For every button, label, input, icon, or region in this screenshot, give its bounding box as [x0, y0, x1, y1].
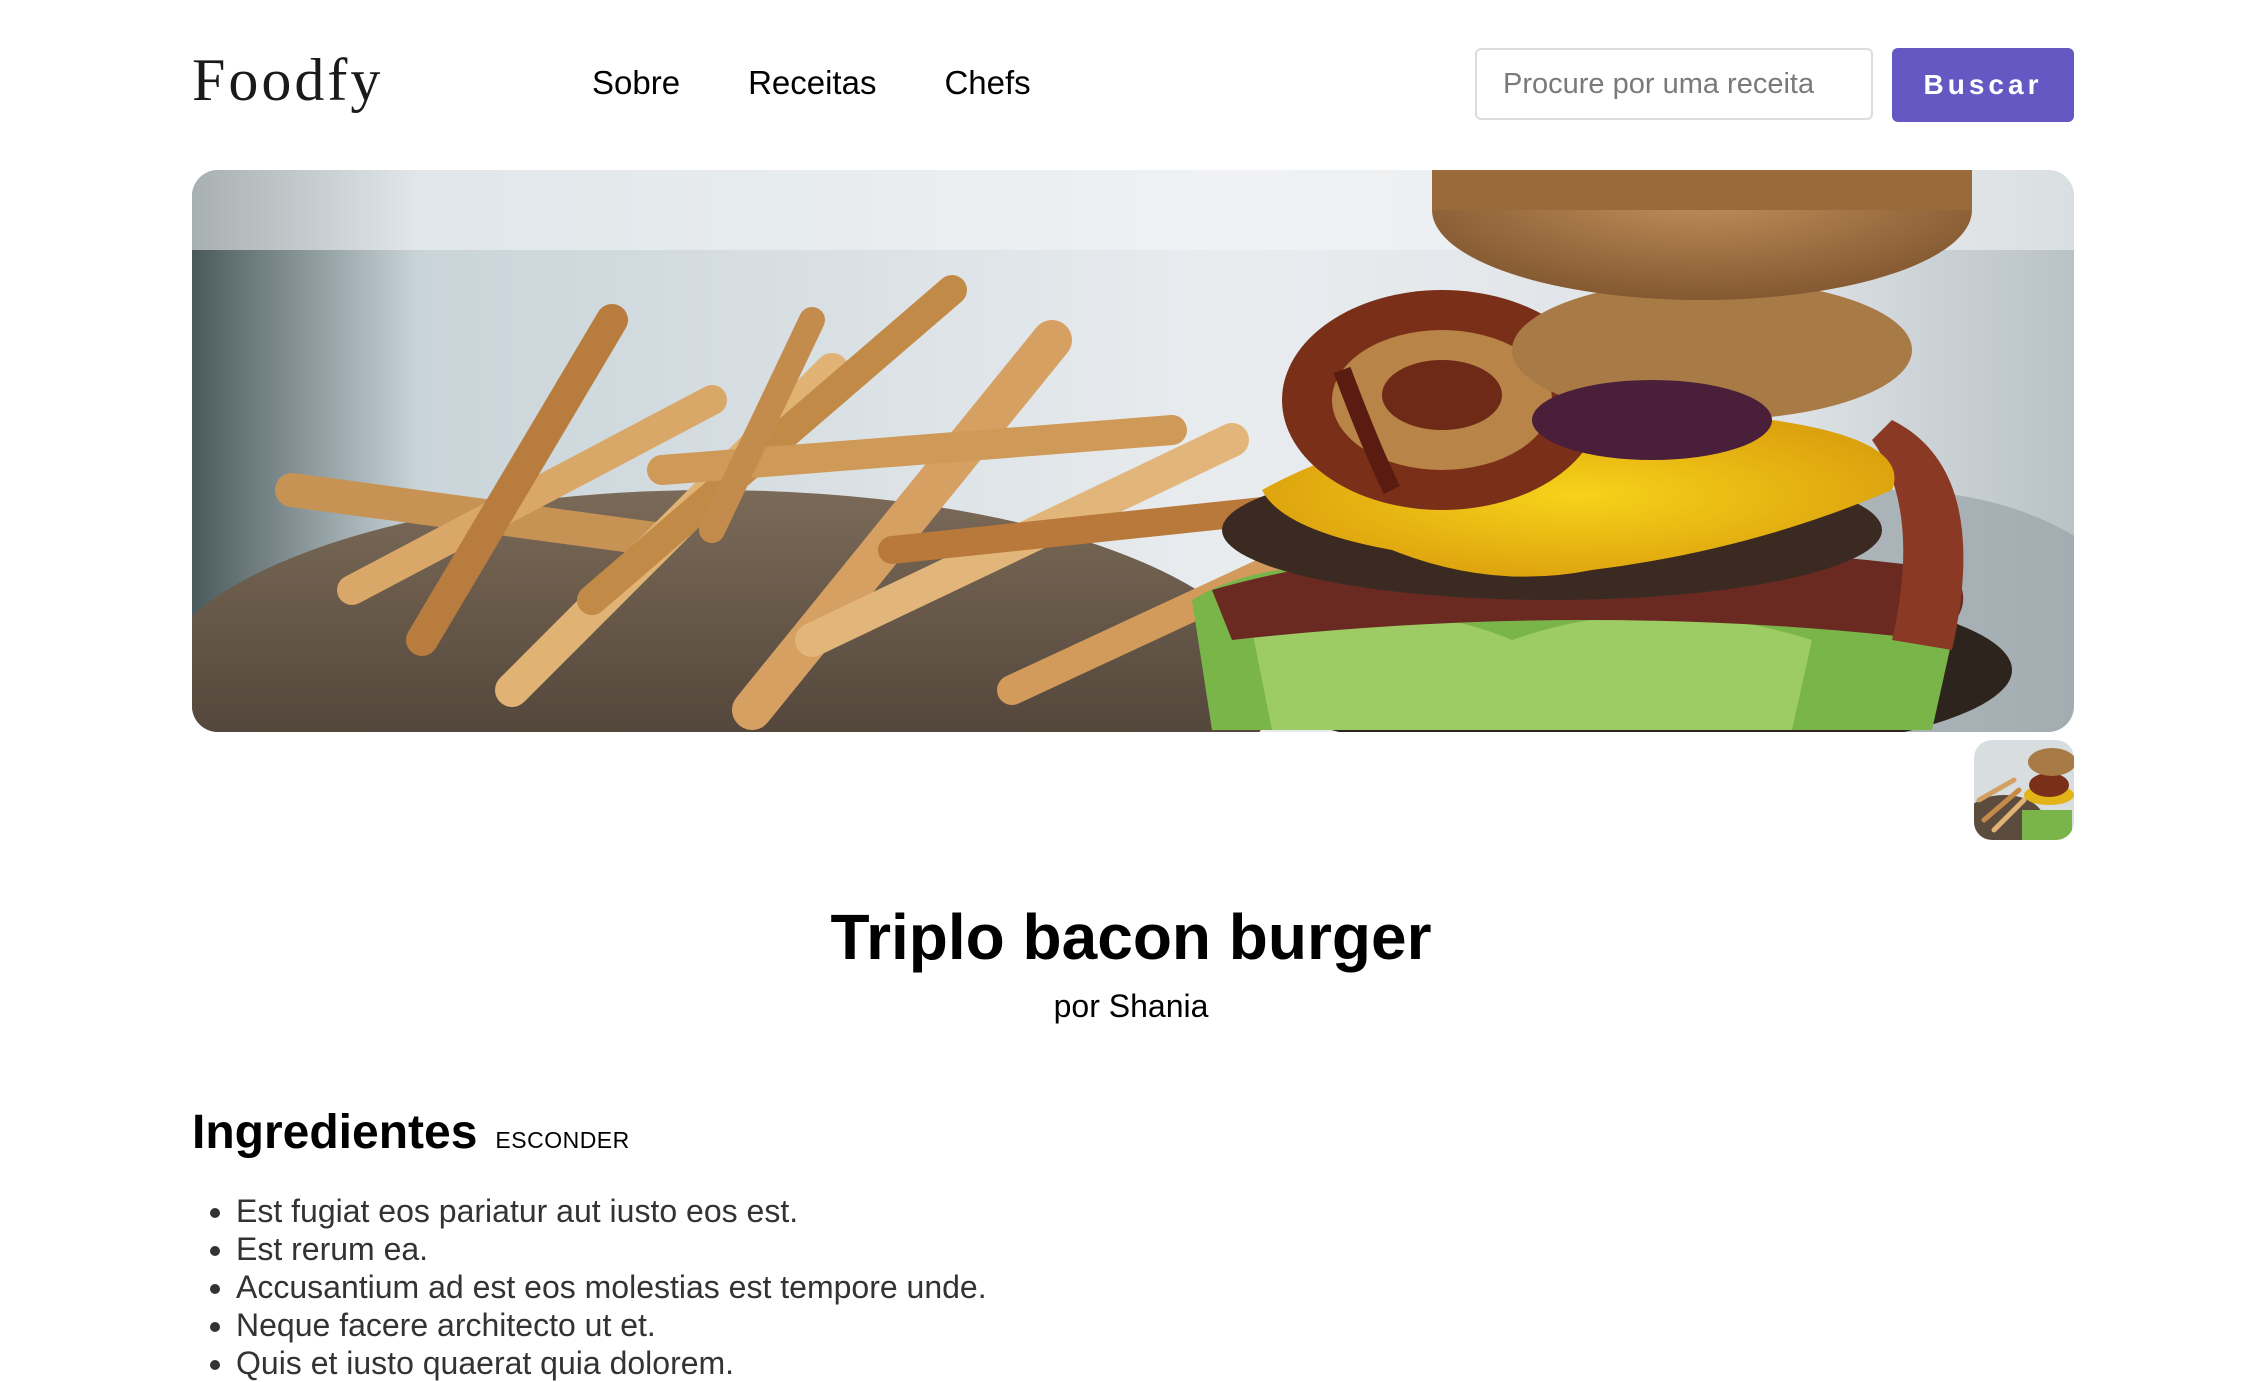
ingredient-item: Accusantium ad est eos molestias est tem… [236, 1268, 987, 1306]
recipe-author: por Shania [1053, 988, 1209, 1024]
recipe-thumbnail[interactable] [1974, 740, 2074, 840]
nav-link-receitas[interactable]: Receitas [748, 64, 876, 102]
recipe-title: Triplo bacon burger [830, 901, 1432, 973]
recipe-hero-image [192, 170, 2074, 732]
ingredient-item: Est fugiat eos pariatur aut iusto eos es… [236, 1192, 987, 1230]
ingredients-header: Ingredientes ESCONDER [192, 1105, 630, 1160]
ingredient-item: Neque facere architecto ut et. [236, 1306, 987, 1344]
main-nav: Sobre Receitas Chefs [592, 64, 1031, 102]
logo[interactable]: Foodfy [192, 46, 383, 115]
nav-link-chefs[interactable]: Chefs [944, 64, 1030, 102]
nav-link-sobre[interactable]: Sobre [592, 64, 680, 102]
ingredients-toggle-button[interactable]: ESCONDER [495, 1127, 629, 1154]
search-input[interactable] [1475, 48, 1873, 120]
search-button[interactable]: Buscar [1892, 48, 2074, 122]
ingredient-item: Quis et iusto quaerat quia dolorem. [236, 1344, 987, 1382]
ingredient-item: Est rerum ea. [236, 1230, 987, 1268]
ingredients-heading: Ingredientes [192, 1106, 478, 1159]
header: Foodfy Sobre Receitas Chefs Buscar [192, 36, 2074, 136]
